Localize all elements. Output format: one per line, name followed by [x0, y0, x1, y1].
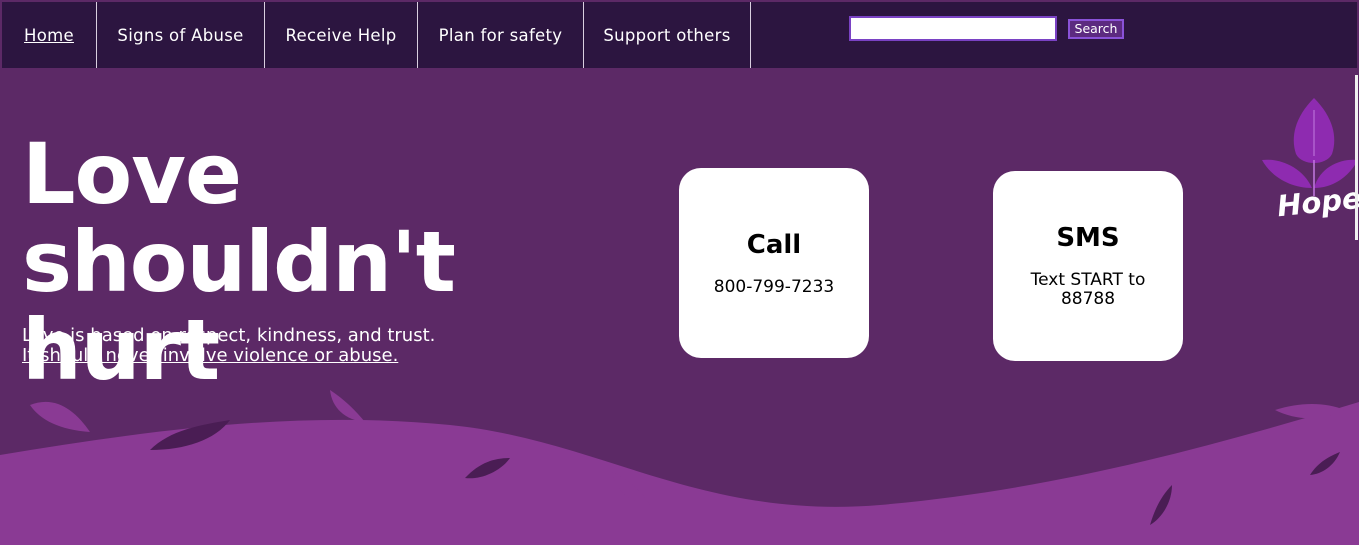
sms-card-title: SMS — [1056, 223, 1120, 253]
hero-subtitle-link[interactable]: It should never involve violence or abus… — [22, 346, 435, 366]
vine-decoration — [0, 390, 1359, 545]
hero-subtitle: Love is based on respect, kindness, and … — [22, 326, 435, 366]
search-button[interactable]: Search — [1068, 18, 1124, 39]
call-card-number: 800-799-7233 — [713, 276, 835, 297]
main-navbar: Home Signs of Abuse Receive Help Plan fo… — [2, 2, 1357, 68]
nav-support-others[interactable]: Support others — [584, 2, 751, 68]
hero-subtitle-line1: Love is based on respect, kindness, and … — [22, 325, 436, 346]
call-card[interactable]: Call 800-799-7233 — [679, 168, 869, 358]
sms-card[interactable]: SMS Text START to 88788 — [993, 171, 1183, 361]
nav-receive-help[interactable]: Receive Help — [265, 2, 418, 68]
sms-card-text: Text START to 88788 — [1030, 270, 1146, 309]
call-card-title: Call — [746, 229, 802, 260]
search-form: Search — [849, 16, 1124, 41]
nav-plan-for-safety[interactable]: Plan for safety — [418, 2, 584, 68]
search-input[interactable] — [849, 16, 1057, 41]
nav-signs-of-abuse[interactable]: Signs of Abuse — [97, 2, 265, 68]
scrollbar-edge — [1355, 75, 1358, 240]
nav-home[interactable]: Home — [2, 2, 97, 68]
